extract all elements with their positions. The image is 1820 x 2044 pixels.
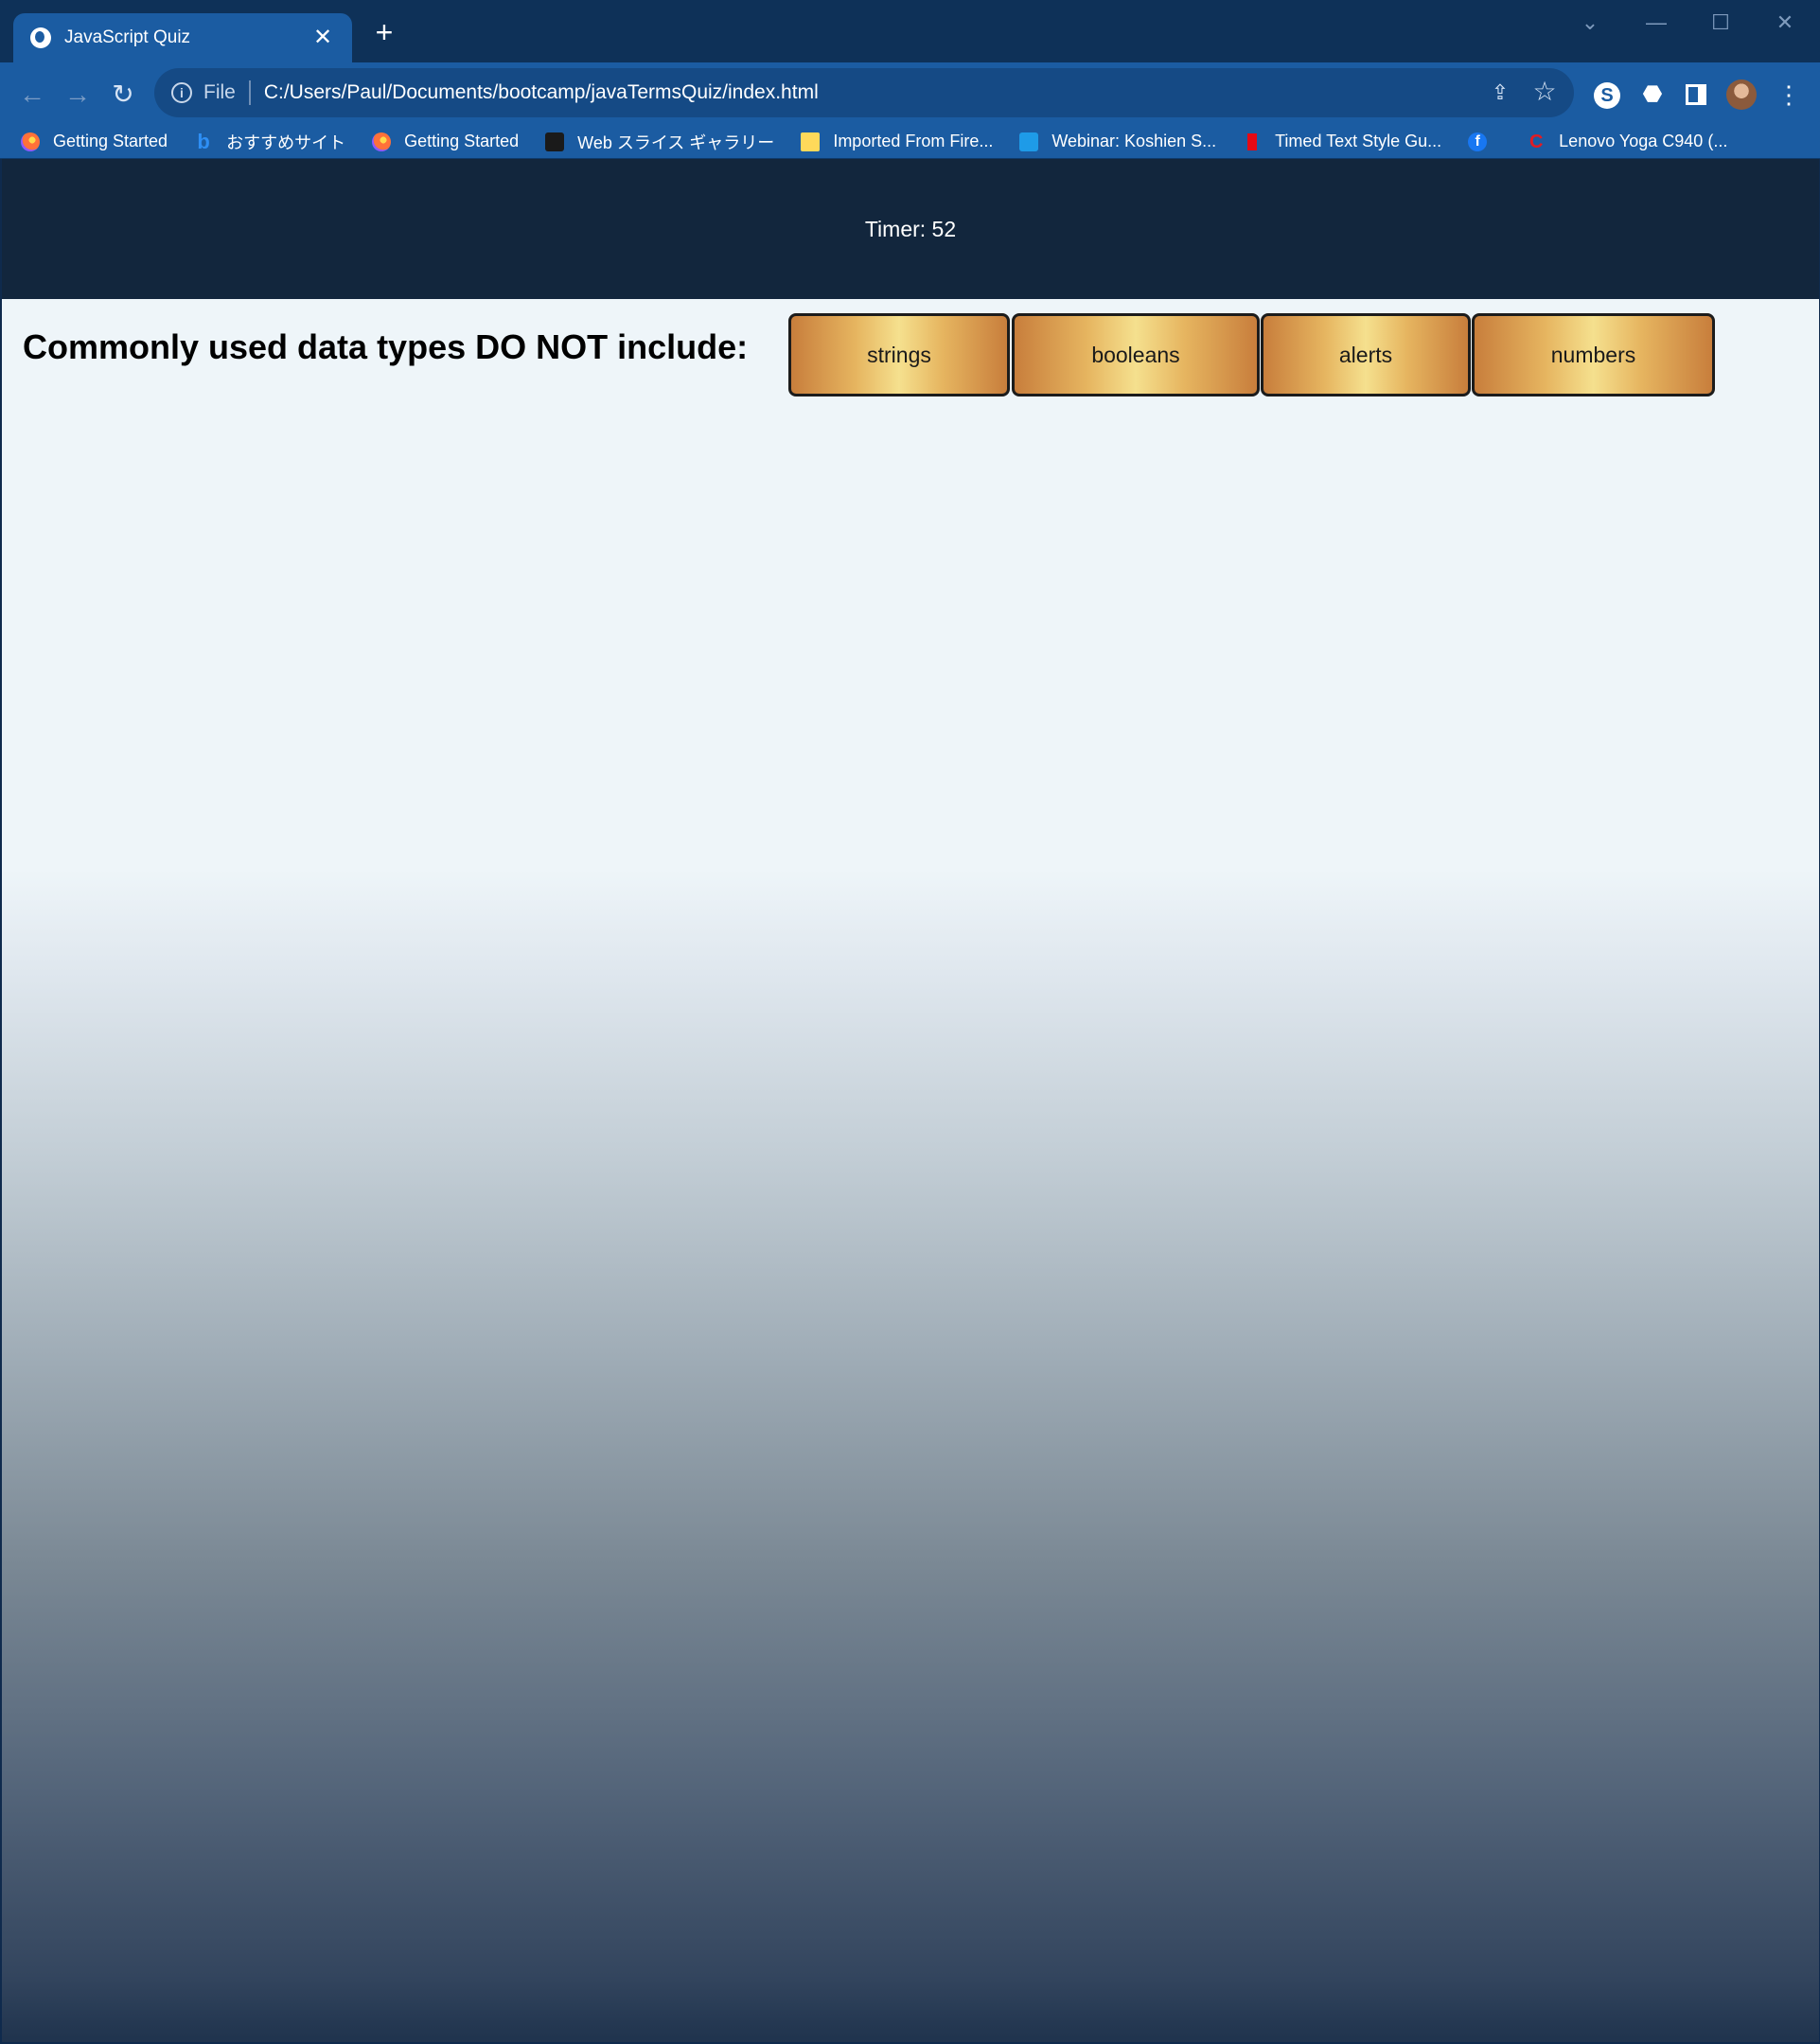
bookmarks-bar: Getting Started おすすめサイト Getting Started … <box>0 125 1820 159</box>
tab-title: JavaScript Quiz <box>64 27 191 47</box>
bookmark-label: Getting Started <box>53 132 168 150</box>
share-icon[interactable]: ⇪ <box>1487 79 1513 106</box>
bookmark-lenovo-yoga[interactable]: Lenovo Yoga C940 (... <box>1527 126 1727 158</box>
browser-window: JavaScript Quiz ✕ + ⌄ — ☐ ✕ ← → ↻ i File… <box>0 0 1820 2044</box>
tab-close-icon[interactable]: ✕ <box>310 26 335 49</box>
bookmark-label: Web スライス ギャラリー <box>577 132 775 152</box>
bookmark-label: Lenovo Yoga C940 (... <box>1559 132 1728 150</box>
globe-icon <box>30 27 51 48</box>
maximize-icon[interactable]: ☐ <box>1702 6 1740 40</box>
side-panel-glyph <box>1686 84 1706 105</box>
bookmark-label: Webinar: Koshien S... <box>1051 132 1217 150</box>
back-arrow-icon[interactable]: ← <box>13 76 51 114</box>
s-extension-glyph: S <box>1594 82 1620 109</box>
profile-avatar[interactable] <box>1724 78 1758 112</box>
address-separator <box>248 80 251 105</box>
answer-button-booleans[interactable]: booleans <box>1012 313 1260 396</box>
minimize-icon[interactable]: — <box>1637 6 1675 40</box>
timer-text: Timer: 52 <box>864 216 957 241</box>
url-text[interactable]: C:/Users/Paul/Documents/bootcamp/javaTer… <box>264 81 819 104</box>
firefox-icon <box>21 132 40 151</box>
bookmark-timed-text-style-guide[interactable]: Timed Text Style Gu... <box>1243 126 1441 158</box>
lenovo-icon <box>1527 132 1546 151</box>
bookmark-star-icon[interactable]: ☆ <box>1530 78 1559 106</box>
timer-header: Timer: 52 <box>2 159 1819 299</box>
answer-button-numbers[interactable]: numbers <box>1472 313 1715 396</box>
bookmark-label: おすすめサイト <box>226 132 346 152</box>
extensions-puzzle-icon[interactable]: ⬣ <box>1635 78 1670 112</box>
info-icon[interactable]: i <box>171 82 192 103</box>
new-tab-button[interactable]: + <box>369 17 399 47</box>
firefox-icon <box>372 132 392 151</box>
bookmark-osusume-site[interactable]: おすすめサイト <box>194 126 345 158</box>
question-title: Commonly used data types DO NOT include: <box>23 327 749 366</box>
tab-strip: JavaScript Quiz ✕ + ⌄ — ☐ ✕ <box>0 0 1820 62</box>
bookmark-imported-from-firefox[interactable]: Imported From Fire... <box>801 126 993 158</box>
bookmark-getting-started-2[interactable]: Getting Started <box>372 126 519 158</box>
tab-search-icon[interactable]: ⌄ <box>1571 6 1609 40</box>
slice-icon <box>545 132 565 151</box>
bookmark-webinar-koshien[interactable]: Webinar: Koshien S... <box>1019 126 1216 158</box>
answer-button-strings[interactable]: strings <box>788 313 1010 396</box>
page-viewport: Timer: 52 Commonly used data types DO NO… <box>2 159 1819 2042</box>
bookmark-facebook[interactable] <box>1468 126 1500 158</box>
bookmark-getting-started-1[interactable]: Getting Started <box>21 126 168 158</box>
kebab-menu-icon[interactable]: ⋮ <box>1772 78 1806 112</box>
reload-icon[interactable]: ↻ <box>104 76 142 114</box>
folder-icon <box>801 132 821 151</box>
file-scheme-label: File <box>203 81 236 103</box>
bookmark-label: Imported From Fire... <box>833 132 994 150</box>
netflix-icon <box>1243 132 1262 151</box>
address-bar[interactable]: i File C:/Users/Paul/Documents/bootcamp/… <box>154 68 1574 117</box>
webinar-icon <box>1019 132 1039 151</box>
bookmark-label: Getting Started <box>404 132 520 150</box>
tab-javascript-quiz[interactable]: JavaScript Quiz ✕ <box>13 13 352 62</box>
side-panel-icon[interactable] <box>1679 78 1713 112</box>
bing-icon <box>194 132 213 151</box>
bookmark-web-slice-gallery[interactable]: Web スライス ギャラリー <box>545 126 774 158</box>
window-close-icon[interactable]: ✕ <box>1766 6 1804 40</box>
avatar-image <box>1726 79 1757 110</box>
answer-button-alerts[interactable]: alerts <box>1261 313 1471 396</box>
facebook-icon <box>1468 132 1488 151</box>
browser-toolbar: ← → ↻ i File C:/Users/Paul/Documents/boo… <box>0 62 1820 125</box>
s-extension-icon[interactable]: S <box>1590 78 1624 112</box>
bookmark-label: Timed Text Style Gu... <box>1275 132 1442 150</box>
forward-arrow-icon[interactable]: → <box>59 76 97 114</box>
